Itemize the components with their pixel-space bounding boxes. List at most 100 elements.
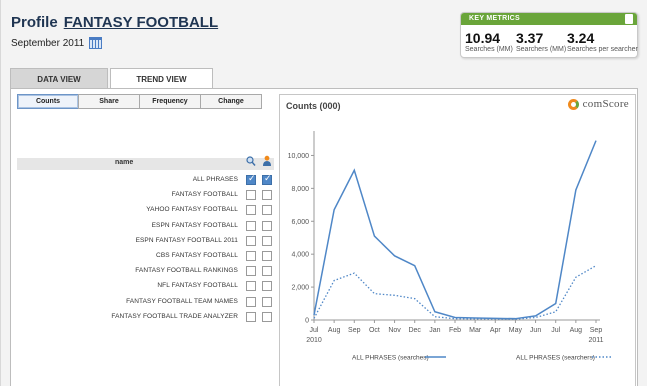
x-tick-label: Jan — [429, 327, 440, 334]
view-tabs: DATA VIEW TREND VIEW — [10, 68, 213, 89]
phrase-label: ALL PHRASES — [192, 176, 238, 183]
x-tick-label: May — [509, 327, 523, 334]
y-tick-label: 4,000 — [291, 252, 309, 259]
x-year-label: 2011 — [588, 337, 603, 344]
x-tick-label: Aug — [570, 327, 583, 334]
metric-label: Searchers (MM) — [516, 46, 567, 53]
searches-checkbox[interactable] — [246, 311, 256, 322]
phrase-label: FANTASY FOOTBALL TEAM NAMES — [126, 297, 238, 305]
searches-checkbox[interactable] — [246, 235, 256, 246]
date-selector: September 2011 — [11, 37, 103, 49]
y-tick-label: 6,000 — [291, 219, 309, 226]
metric-searchers: 3.37 Searchers (MM) — [516, 30, 566, 53]
searchers-checkbox[interactable] — [262, 311, 272, 322]
tab-trend-view[interactable]: TREND VIEW — [110, 68, 213, 89]
searchers-checkbox[interactable] — [262, 235, 272, 246]
y-tick-label: 8,000 — [291, 186, 309, 193]
series-line-searches — [313, 140, 597, 320]
searches-checkbox[interactable] — [246, 251, 256, 261]
phrase-label: FANTASY FOOTBALL TRADE ANALYZER — [111, 312, 238, 320]
searches-checkbox[interactable] — [246, 205, 256, 216]
calendar-icon[interactable] — [89, 37, 103, 49]
x-tick-label: Mar — [469, 327, 482, 334]
x-tick-label: Oct — [369, 327, 380, 334]
metric-label: Searches per searcher — [567, 46, 638, 53]
trend-chart: Counts (000) comScore 0 2,000 4,000 6,000 8,… — [279, 94, 636, 386]
metric-label: Searches (MM) — [465, 46, 513, 53]
profile-entity-link[interactable]: FANTASY FOOTBALL — [64, 14, 218, 31]
phrase-label: NFL FANTASY FOOTBALL — [157, 282, 238, 290]
searchers-checkbox[interactable] — [262, 251, 272, 261]
searchers-checkbox[interactable] — [262, 220, 272, 231]
searchers-checkbox[interactable] — [262, 205, 272, 216]
list-item: FANTASY FOOTBALL RANKINGS — [17, 264, 274, 279]
user-icon[interactable] — [262, 155, 272, 167]
list-item: NFL FANTASY FOOTBALL — [17, 279, 274, 294]
metric-searches-per-searcher: 3.24 Searches per searcher — [567, 30, 638, 53]
searches-checkbox[interactable] — [246, 281, 256, 292]
searchers-checkbox[interactable] — [262, 296, 272, 307]
metric-value: 10.94 — [465, 30, 501, 46]
searchers-checkbox[interactable] — [262, 281, 272, 292]
list-header: name — [17, 155, 274, 170]
metric-searches: 10.94 Searches (MM) — [465, 30, 513, 53]
phrase-label: ESPN FANTASY FOOTBALL — [151, 221, 238, 229]
phrase-label: CBS FANTASY FOOTBALL — [156, 252, 238, 259]
x-tick-label: Apr — [490, 327, 502, 334]
tab-data-view[interactable]: DATA VIEW — [10, 68, 108, 88]
y-tick-label: 0 — [305, 318, 309, 325]
profile-label: Profile — [11, 14, 58, 31]
searchers-checkbox[interactable] — [262, 174, 272, 185]
segment-counts[interactable]: Counts — [17, 94, 79, 109]
x-tick-label: Feb — [449, 327, 461, 334]
list-item: FANTASY FOOTBALL — [17, 188, 274, 203]
searches-checkbox[interactable] — [246, 174, 256, 185]
segment-frequency[interactable]: Frequency — [139, 94, 201, 109]
list-item: YAHOO FANTASY FOOTBALL — [17, 203, 274, 218]
list-item: ESPN FANTASY FOOTBALL — [17, 219, 274, 234]
x-tick-label: Jun — [530, 327, 541, 334]
document-icon[interactable] — [625, 14, 633, 24]
list-item: FANTASY FOOTBALL TRADE ANALYZER — [17, 310, 274, 325]
page: Profile FANTASY FOOTBALL September 2011 K… — [0, 0, 647, 386]
segment-change[interactable]: Change — [200, 94, 262, 109]
search-icon[interactable] — [246, 155, 256, 167]
metric-segmented-control: Counts Share Frequency Change — [17, 94, 262, 109]
legend-label: ALL PHRASES (searches) — [352, 355, 429, 362]
x-year-label: 2010 — [306, 337, 322, 344]
x-tick-label: Jul — [310, 327, 319, 334]
date-label: September 2011 — [11, 37, 85, 49]
column-name: name — [115, 159, 134, 166]
searches-checkbox[interactable] — [246, 190, 256, 201]
series-line-searchers — [313, 265, 597, 320]
key-metrics-card: KEY METRICS 10.94 Searches (MM) 3.37 Sea… — [460, 12, 638, 58]
key-metrics-header: KEY METRICS — [461, 13, 637, 25]
phrase-label: ESPN FANTASY FOOTBALL 2011 — [135, 236, 238, 244]
searchers-checkbox[interactable] — [262, 190, 272, 201]
list-item: ALL PHRASES — [17, 173, 274, 188]
line-chart-svg: 0 2,000 4,000 6,000 8,000 10,000 Jul Aug Sep Oct N… — [288, 131, 613, 362]
metric-value: 3.37 — [516, 30, 544, 46]
y-tick-label: 2,000 — [291, 285, 309, 292]
segment-share[interactable]: Share — [78, 94, 140, 109]
list-item: CBS FANTASY FOOTBALL — [17, 249, 274, 264]
list-item: ESPN FANTASY FOOTBALL 2011 — [17, 234, 274, 249]
x-tick-label: Sep — [590, 327, 603, 334]
metric-value: 3.24 — [567, 30, 595, 46]
x-tick-label: Sep — [348, 327, 361, 334]
phrase-label: FANTASY FOOTBALL — [171, 191, 238, 199]
searches-checkbox[interactable] — [246, 296, 256, 307]
y-tick-label: 10,000 — [288, 153, 310, 160]
x-tick-label: Nov — [388, 327, 401, 334]
x-tick-label: Dec — [408, 327, 421, 334]
x-tick-label: Jul — [551, 327, 560, 334]
phrase-label: YAHOO FANTASY FOOTBALL — [146, 206, 238, 214]
page-title: Profile FANTASY FOOTBALL — [11, 14, 218, 31]
searchers-checkbox[interactable] — [262, 266, 272, 277]
searches-checkbox[interactable] — [246, 266, 256, 277]
searches-checkbox[interactable] — [246, 220, 256, 231]
x-tick-label: Aug — [328, 327, 341, 334]
list-item: FANTASY FOOTBALL TEAM NAMES — [17, 295, 274, 310]
key-metrics-label: KEY METRICS — [469, 15, 521, 22]
legend-label: ALL PHRASES (searchers) — [516, 355, 595, 362]
